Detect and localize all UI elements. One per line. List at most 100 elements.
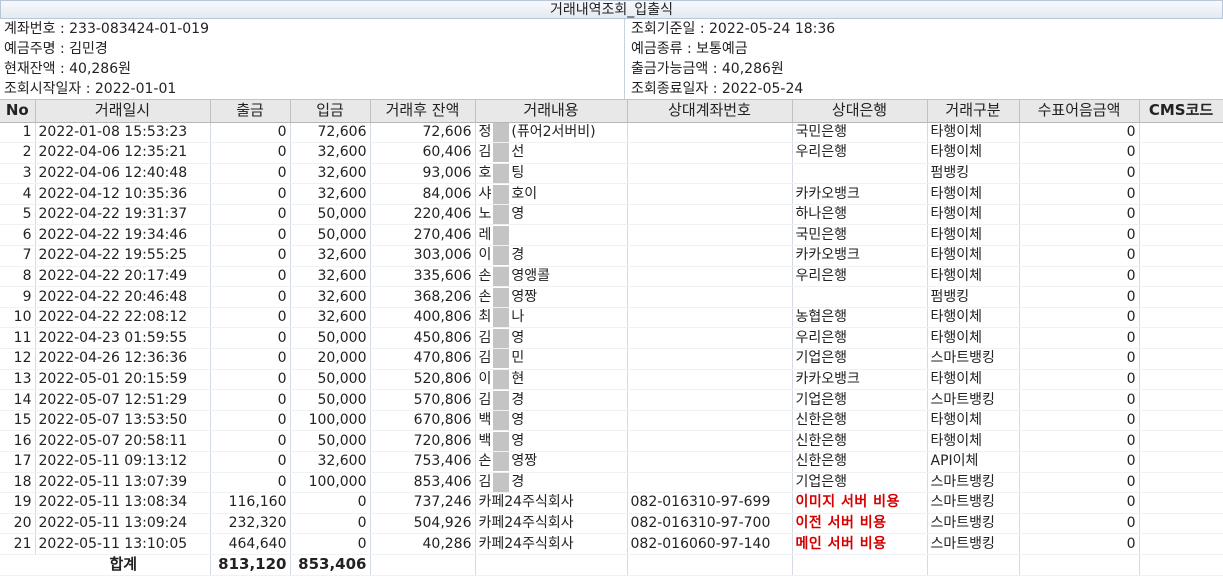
row-counterpart-account: 082-016060-97-140 (627, 533, 793, 555)
table-row[interactable]: 14 2022-05-07 12:51:29 0 50,000 570,806 김 경 기업은… (0, 389, 1223, 411)
row-cms-code (1139, 204, 1223, 226)
row-datetime: 2022-04-23 01:59:55 (35, 327, 211, 350)
row-check-amount: 0 (1019, 183, 1140, 205)
deposit-type: 예금종류 : 보통예금 (631, 41, 748, 57)
row-transaction-type: 스마트뱅킹 (927, 348, 1020, 370)
row-deposit: 32,600 (290, 266, 371, 288)
account-info-right: 조회기준일 : 2022-05-24 18:36 예금종류 : 보통예금 출금가… (625, 19, 1223, 99)
description-name-part: 김 (478, 329, 492, 346)
row-deposit: 50,000 (290, 224, 371, 247)
row-description: 카페24주식회사 (475, 513, 628, 535)
table-row[interactable]: 5 2022-04-22 19:31:37 0 50,000 220,406 노 영 하나은행… (0, 204, 1223, 226)
row-number: 9 (0, 286, 36, 308)
column-header-transaction-type[interactable]: 거래구분 (927, 100, 1020, 123)
row-cms-code (1139, 533, 1223, 555)
column-header-description[interactable]: 거래내용 (475, 100, 628, 123)
table-row[interactable]: 3 2022-04-06 12:40:48 0 32,600 93,006 호 팅 펌뱅킹 0 (0, 163, 1223, 185)
row-cms-code (1139, 513, 1223, 535)
row-datetime: 2022-05-01 20:15:59 (35, 369, 211, 391)
column-header-counterpart-bank[interactable]: 상대은행 (792, 100, 928, 123)
row-number: 13 (0, 369, 36, 391)
row-number: 21 (0, 533, 36, 555)
row-cms-code (1139, 451, 1223, 473)
table-row[interactable]: 20 2022-05-11 13:09:24 232,320 0 504,926 카페24… (0, 513, 1223, 535)
row-counterpart-account (627, 245, 793, 267)
row-deposit: 100,000 (290, 472, 371, 494)
row-deposit: 0 (290, 492, 371, 514)
row-deposit: 32,600 (290, 183, 371, 205)
row-withdrawal: 0 (210, 266, 291, 288)
redaction-mask (493, 369, 510, 389)
table-row[interactable]: 21 2022-05-11 13:10:05 464,640 0 40,286 카페24주… (0, 533, 1223, 555)
row-counterpart-account (627, 410, 793, 432)
row-cms-code (1139, 245, 1223, 267)
row-number: 16 (0, 430, 36, 452)
row-withdrawal: 0 (210, 163, 291, 185)
row-transaction-type: 스마트뱅킹 (927, 513, 1020, 535)
description-name-part: 노 (478, 206, 492, 223)
row-number: 10 (0, 307, 36, 329)
table-row[interactable]: 4 2022-04-12 10:35:36 0 32,600 84,006 샤 호이 카카오뱅… (0, 183, 1223, 205)
table-row[interactable]: 11 2022-04-23 01:59:55 0 50,000 450,806 김 영 우리은… (0, 327, 1223, 350)
row-datetime: 2022-04-22 22:08:12 (35, 307, 211, 329)
row-number: 17 (0, 451, 36, 473)
column-header-deposit[interactable]: 입금 (290, 100, 371, 123)
row-datetime: 2022-05-07 13:53:50 (35, 410, 211, 432)
table-row[interactable]: 7 2022-04-22 19:55:25 0 32,600 303,006 이 경 카카오뱅… (0, 245, 1223, 267)
redaction-mask (493, 349, 510, 369)
column-header-counterpart-account[interactable]: 상대계좌번호 (627, 100, 793, 123)
table-row[interactable]: 17 2022-05-11 09:13:12 0 32,600 753,406 손 영짱 신한… (0, 451, 1223, 473)
table-row[interactable]: 18 2022-05-11 13:07:39 0 100,000 853,406 김 경 기업… (0, 472, 1223, 494)
row-transaction-type: 타행이체 (927, 327, 1020, 350)
table-row[interactable]: 16 2022-05-07 20:58:11 0 50,000 720,806 백 영 신한은… (0, 430, 1223, 452)
row-description: 손 영앵콜 (475, 266, 628, 288)
row-datetime: 2022-05-07 12:51:29 (35, 389, 211, 411)
table-row[interactable]: 19 2022-05-11 13:08:34 116,160 0 737,246 카페24… (0, 492, 1223, 514)
column-header-check-amount[interactable]: 수표어음금액 (1019, 100, 1140, 123)
redaction-mask (493, 266, 510, 286)
table-row[interactable]: 1 2022-01-08 15:53:23 0 72,606 72,606 정 (퓨어2서버… (0, 122, 1223, 144)
row-balance: 93,006 (370, 163, 476, 185)
row-counterpart-account: 082-016310-97-699 (627, 492, 793, 514)
column-header-withdrawal[interactable]: 출금 (210, 100, 291, 123)
total-withdrawal: 813,120 (210, 553, 291, 576)
row-counterpart-bank: 농협은행 (792, 307, 928, 329)
total-empty-cell (1139, 553, 1223, 576)
row-deposit: 0 (290, 533, 371, 555)
column-header-datetime[interactable]: 거래일시 (35, 100, 211, 123)
table-row[interactable]: 13 2022-05-01 20:15:59 0 50,000 520,806 이 현 카카오… (0, 369, 1223, 391)
column-header-no[interactable]: No (0, 100, 36, 123)
row-check-amount: 0 (1019, 307, 1140, 329)
row-number: 7 (0, 245, 36, 267)
row-balance: 737,246 (370, 492, 476, 514)
row-deposit: 50,000 (290, 327, 371, 350)
row-counterpart-account: 082-016310-97-700 (627, 513, 793, 535)
row-number: 5 (0, 204, 36, 226)
row-counterpart-account (627, 204, 793, 226)
row-counterpart-account (627, 266, 793, 288)
table-row[interactable]: 8 2022-04-22 20:17:49 0 32,600 335,606 손 영앵콜 우리… (0, 266, 1223, 288)
row-check-amount: 0 (1019, 348, 1140, 370)
row-deposit: 100,000 (290, 410, 371, 432)
row-balance: 270,406 (370, 224, 476, 247)
transaction-table: No 거래일시 출금 입금 거래후 잔액 거래내용 상대계좌번호 상대은행 거래… (0, 100, 1223, 576)
table-row[interactable]: 10 2022-04-22 22:08:12 0 32,600 400,806 최 나 농협은… (0, 307, 1223, 329)
table-row[interactable]: 6 2022-04-22 19:34:46 0 50,000 270,406 레 국민은행 타… (0, 224, 1223, 247)
table-row[interactable]: 12 2022-04-26 12:36:36 0 20,000 470,806 김 민 기업은… (0, 348, 1223, 370)
column-header-balance[interactable]: 거래후 잔액 (370, 100, 476, 123)
description-name-part: 김 (478, 473, 492, 490)
row-datetime: 2022-05-11 13:09:24 (35, 513, 211, 535)
row-counterpart-account (627, 327, 793, 350)
row-withdrawal: 0 (210, 224, 291, 247)
table-row[interactable]: 9 2022-04-22 20:46:48 0 32,600 368,206 손 영짱 펌뱅킹… (0, 286, 1223, 308)
table-row[interactable]: 2 2022-04-06 12:35:21 0 32,600 60,406 김 선 우리은행 타… (0, 142, 1223, 164)
row-withdrawal: 0 (210, 122, 291, 144)
row-check-amount: 0 (1019, 430, 1140, 452)
row-deposit: 32,600 (290, 163, 371, 185)
redaction-mask (493, 411, 510, 430)
row-number: 1 (0, 122, 36, 144)
column-header-cms-code[interactable]: CMS코드 (1139, 100, 1223, 123)
description-suffix-part: 민 (511, 350, 525, 367)
table-row[interactable]: 15 2022-05-07 13:53:50 0 100,000 670,806 백 영 신한… (0, 410, 1223, 432)
description-name-part: 김 (478, 391, 492, 408)
